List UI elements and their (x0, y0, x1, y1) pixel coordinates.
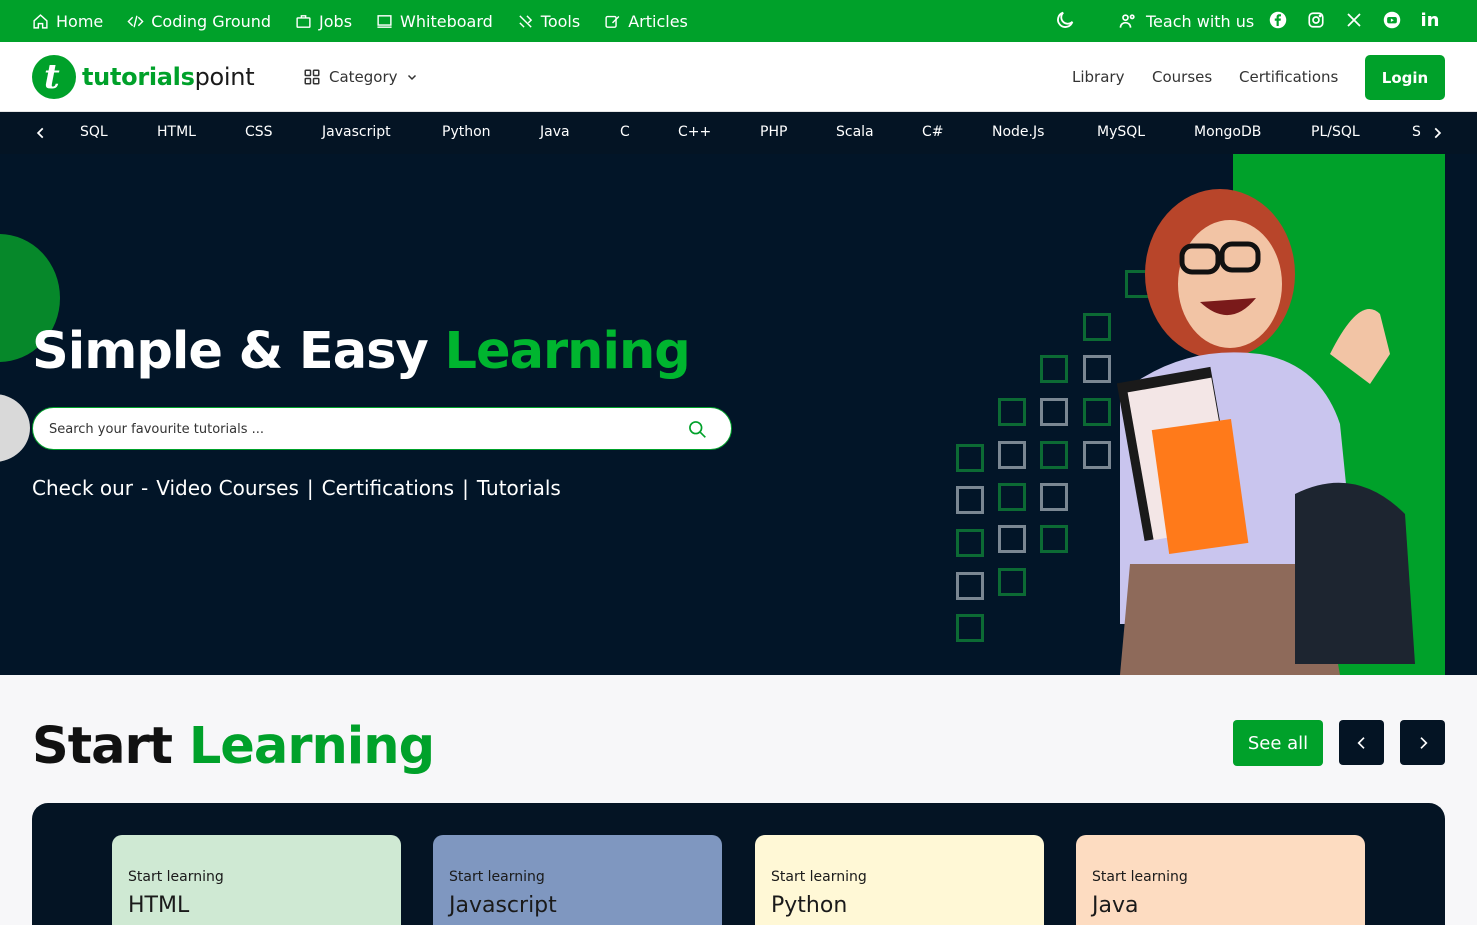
lang-cpp[interactable]: C++ (678, 124, 711, 140)
tools-icon (519, 14, 532, 28)
lang-python[interactable]: Python (442, 124, 491, 140)
lang-c[interactable]: C (620, 124, 630, 140)
lang-scala[interactable]: Scala (836, 124, 874, 140)
top-nav-home[interactable]: Home (32, 12, 103, 31)
card-title: Javascript (449, 893, 557, 918)
lang-mysql[interactable]: MySQL (1097, 124, 1145, 140)
card-subtitle: Start learning (1092, 869, 1188, 885)
home-icon (33, 13, 48, 29)
link-certifications[interactable]: Certifications (322, 476, 454, 500)
lang-plsql[interactable]: PL/SQL (1311, 124, 1360, 140)
category-label: Category (329, 68, 398, 86)
lang-mongodb[interactable]: MongoDB (1194, 124, 1261, 140)
linkedin-icon[interactable]: in (1420, 10, 1440, 31)
instagram-icon[interactable] (1306, 10, 1326, 30)
logo-text: tutorialspoint (82, 63, 255, 91)
lang-csharp[interactable]: C# (922, 124, 944, 140)
course-card-html[interactable]: Start learning HTML (112, 835, 401, 925)
card-title: Python (771, 893, 848, 918)
top-nav-label: Home (56, 11, 104, 31)
lang-java[interactable]: Java (540, 124, 570, 140)
chevron-down-icon (407, 74, 416, 81)
top-nav-label: Jobs (319, 11, 353, 31)
top-nav-label: Tools (540, 11, 581, 31)
logo-mark: t (32, 55, 76, 99)
student-illustration (1116, 189, 1415, 675)
check-prefix: Check our (32, 476, 134, 500)
site-logo[interactable]: t tutorialspoint (32, 55, 255, 99)
nav-library[interactable]: Library (1072, 68, 1124, 86)
card-subtitle: Start learning (128, 869, 224, 885)
search-box[interactable] (32, 407, 732, 450)
chevron-left-icon (1356, 736, 1365, 749)
top-nav-label: Coding Ground (151, 11, 272, 31)
x-icon[interactable] (1344, 10, 1364, 30)
check-dash: - (141, 476, 149, 500)
top-bar: Home Coding Ground Jobs Whiteboard Tools… (0, 0, 1477, 42)
link-tutorials[interactable]: Tutorials (477, 476, 561, 500)
course-card-java[interactable]: Start learning Java (1076, 835, 1365, 925)
lang-html[interactable]: HTML (157, 124, 196, 140)
hero-section: Simple & Easy Learning Check our - Video… (0, 154, 1477, 675)
briefcase-icon (296, 14, 311, 28)
teach-label: Teach with us (1146, 11, 1255, 31)
lang-css[interactable]: CSS (245, 124, 273, 140)
decor-circle (0, 394, 30, 462)
whiteboard-icon (377, 14, 392, 28)
code-icon (127, 15, 144, 27)
lang-nodejs[interactable]: Node.Js (992, 124, 1044, 140)
start-learning-section: Start Learning See all Start learning HT… (0, 675, 1477, 925)
users-icon (1119, 14, 1135, 28)
top-nav-jobs[interactable]: Jobs (295, 12, 352, 31)
search-icon[interactable] (687, 419, 707, 439)
card-subtitle: Start learning (771, 869, 867, 885)
chevron-right-icon (1419, 736, 1428, 749)
youtube-icon[interactable] (1382, 10, 1402, 30)
see-all-button[interactable]: See all (1233, 720, 1323, 766)
login-button[interactable]: Login (1365, 55, 1445, 100)
facebook-icon[interactable] (1268, 10, 1288, 30)
edit-icon (605, 15, 620, 28)
course-card-python[interactable]: Start learning Python (755, 835, 1044, 925)
top-nav-label: Whiteboard (400, 11, 493, 31)
section-title: Start Learning (32, 717, 435, 776)
category-dropdown[interactable]: Category (303, 68, 418, 86)
lang-sql[interactable]: SQL (80, 124, 108, 140)
lang-php[interactable]: PHP (760, 124, 787, 140)
next-button[interactable] (1400, 720, 1445, 765)
prev-button[interactable] (1339, 720, 1384, 765)
chevron-right-icon[interactable] (1430, 124, 1444, 142)
card-title: HTML (128, 893, 190, 918)
search-input[interactable] (49, 419, 649, 439)
nav-courses[interactable]: Courses (1152, 68, 1212, 86)
top-nav-tools[interactable]: Tools (517, 12, 580, 31)
separator: | (306, 476, 314, 500)
top-nav-whiteboard[interactable]: Whiteboard (376, 12, 493, 31)
top-nav-articles[interactable]: Articles (604, 12, 688, 31)
card-title: Java (1092, 893, 1139, 918)
lang-javascript[interactable]: Javascript (322, 124, 391, 140)
course-card-javascript[interactable]: Start learning Javascript (433, 835, 722, 925)
course-carousel: Start learning HTML Start learning Javas… (32, 803, 1445, 925)
main-navbar: t tutorialspoint Category Library Course… (0, 42, 1477, 112)
top-nav-coding-ground[interactable]: Coding Ground (127, 12, 271, 31)
top-nav: Home Coding Ground Jobs Whiteboard Tools… (32, 0, 712, 42)
teach-with-us-link[interactable]: Teach with us (1118, 0, 1254, 42)
check-our-line: Check our - Video Courses | Certificatio… (32, 476, 561, 500)
top-nav-label: Articles (628, 11, 688, 31)
hero-title: Simple & Easy Learning (32, 322, 691, 381)
card-subtitle: Start learning (449, 869, 545, 885)
separator: | (462, 476, 469, 500)
grid-icon (304, 69, 320, 85)
moon-icon[interactable] (1054, 9, 1076, 31)
language-bar: SQL HTML CSS Javascript Python Java C C+… (0, 112, 1477, 154)
chevron-left-icon[interactable] (34, 124, 48, 142)
nav-certifications[interactable]: Certifications (1239, 68, 1338, 86)
link-video-courses[interactable]: Video Courses (156, 476, 299, 500)
lang-partial[interactable]: S (1412, 124, 1421, 140)
